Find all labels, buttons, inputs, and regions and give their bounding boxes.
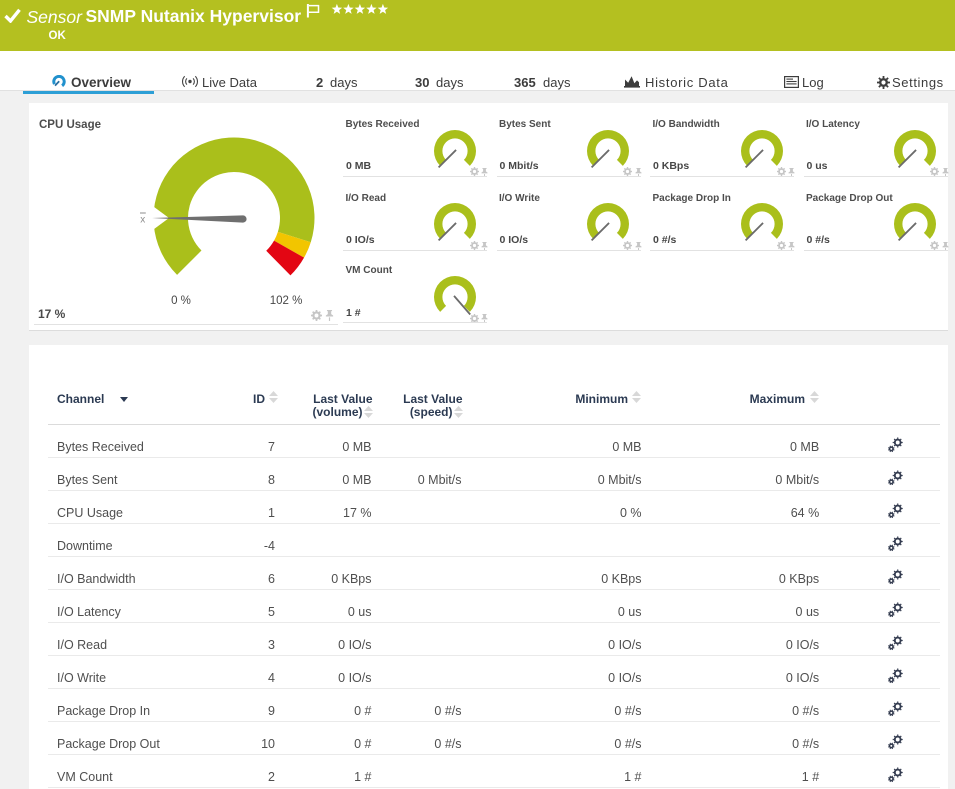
svg-text:x: x [140, 215, 145, 226]
